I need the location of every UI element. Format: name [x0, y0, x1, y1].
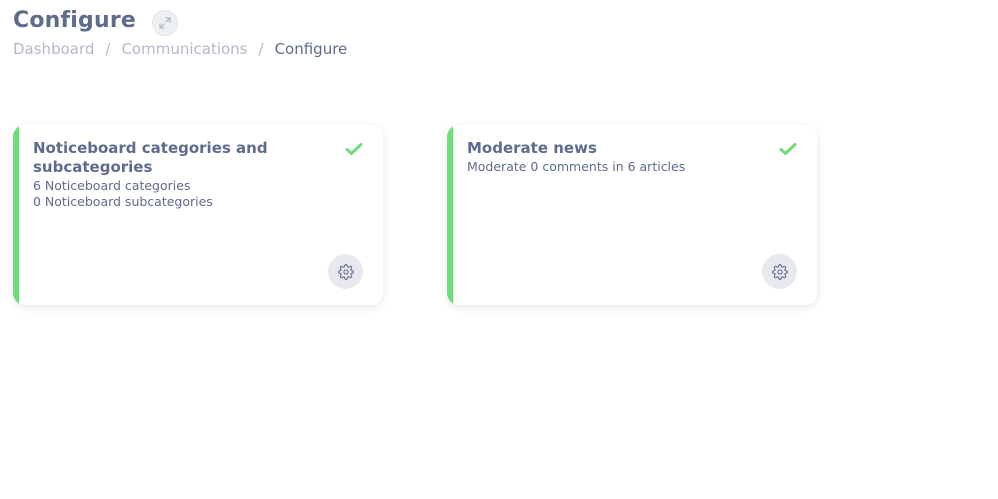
card-body: Noticeboard categories and subcategories… [33, 139, 331, 210]
status-accent-bar [447, 125, 453, 305]
card-detail-line: Moderate 0 comments in 6 articles [467, 159, 686, 174]
expand-button[interactable] [152, 10, 179, 36]
settings-button[interactable] [328, 254, 363, 289]
page-title: Configure [13, 7, 137, 33]
configure-page: Configure Dashboard / Communications / C… [0, 0, 998, 499]
breadcrumb: Dashboard / Communications / Configure [13, 40, 347, 58]
breadcrumb-separator: / [258, 40, 264, 58]
card-detail-line: 0 Noticeboard subcategories [33, 194, 213, 209]
breadcrumb-separator: / [105, 40, 111, 58]
breadcrumb-communications[interactable]: Communications [121, 40, 247, 58]
card-title: Moderate news [467, 139, 597, 157]
breadcrumb-dashboard[interactable]: Dashboard [13, 40, 94, 58]
status-accent-bar [13, 125, 19, 305]
card-detail-line: 6 Noticeboard categories [33, 178, 191, 193]
settings-button[interactable] [762, 254, 797, 289]
check-icon [345, 143, 363, 155]
title-row: Configure [13, 4, 179, 36]
gear-icon [771, 263, 788, 280]
card-body: Moderate news Moderate 0 comments in 6 a… [467, 139, 765, 175]
breadcrumb-configure: Configure [274, 40, 348, 58]
moderate-news-card: Moderate news Moderate 0 comments in 6 a… [447, 125, 817, 305]
check-icon [779, 143, 797, 155]
expand-arrows-icon [159, 17, 171, 29]
gear-icon [337, 263, 354, 280]
card-title: Noticeboard categories and subcategories [33, 139, 268, 176]
noticeboard-categories-card: Noticeboard categories and subcategories… [13, 125, 383, 305]
